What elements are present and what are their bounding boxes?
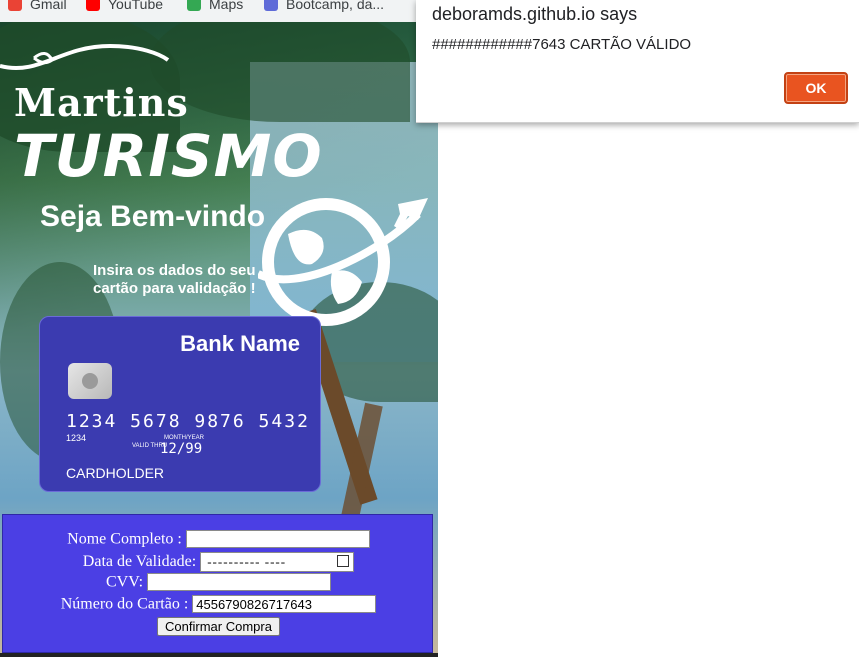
maps-icon bbox=[187, 0, 201, 11]
cardholder-label: CARDHOLDER bbox=[66, 465, 165, 481]
card-chip-icon bbox=[68, 363, 112, 399]
payment-form: Nome Completo : Data de Validade: ------… bbox=[2, 514, 433, 653]
form-row-card-number: Número do Cartão : bbox=[3, 595, 434, 614]
card-number-input[interactable] bbox=[192, 595, 377, 614]
bookmark-label: Maps bbox=[209, 0, 244, 12]
welcome-heading: Seja Bem-vindo bbox=[40, 200, 266, 233]
brand-turismo: TURISMO bbox=[14, 122, 323, 190]
page-bottom-edge bbox=[0, 653, 438, 657]
bank-name: Bank Name bbox=[180, 331, 300, 356]
cvv-label: CVV: bbox=[105, 573, 144, 591]
bookmark-bootcamp[interactable]: Bootcamp, da... bbox=[264, 0, 384, 14]
page-background: Martins TURISMO Seja Bem-vindo Insira os… bbox=[0, 22, 438, 657]
bookmark-gmail[interactable]: Gmail bbox=[8, 0, 67, 14]
cvv-input[interactable] bbox=[147, 573, 332, 592]
bootcamp-icon bbox=[264, 0, 278, 11]
validity-date-value: ---------- ---- bbox=[207, 554, 287, 569]
form-row-cvv: CVV: bbox=[3, 573, 434, 592]
confirm-purchase-button[interactable]: Confirmar Compra bbox=[157, 617, 280, 636]
alert-dialog: deboramds.github.io says ############764… bbox=[416, 0, 859, 123]
form-row-name: Nome Completo : bbox=[3, 530, 434, 549]
palm-leaves bbox=[150, 22, 410, 122]
credit-card: Bank Name 1234 5678 9876 5432 1234 VALID… bbox=[39, 316, 321, 492]
card-number-short: 1234 bbox=[66, 433, 87, 443]
card-expiry: 12/99 bbox=[160, 441, 203, 457]
form-row-validity: Data de Validade: ---------- ---- bbox=[3, 552, 434, 572]
bookmark-maps[interactable]: Maps bbox=[187, 0, 243, 14]
card-number-label: Número do Cartão : bbox=[60, 595, 189, 613]
swoosh-decoration bbox=[0, 43, 170, 70]
dialog-title: deboramds.github.io says bbox=[432, 4, 638, 24]
ok-button[interactable]: OK bbox=[784, 72, 848, 104]
brand-martins: Martins bbox=[14, 80, 189, 125]
globe-plane-icon bbox=[258, 198, 428, 326]
form-row-submit: Confirmar Compra bbox=[3, 617, 434, 636]
bookmark-label: Gmail bbox=[30, 0, 67, 12]
bookmark-label: Bootcamp, da... bbox=[286, 0, 385, 12]
calendar-icon[interactable] bbox=[337, 555, 350, 567]
instructions-text: Insira os dados do seu cartão para valid… bbox=[93, 262, 256, 297]
validity-date-input[interactable]: ---------- ---- bbox=[200, 552, 355, 572]
dialog-message: ############7643 CARTÃO VÁLIDO bbox=[432, 36, 692, 53]
gmail-icon bbox=[8, 0, 22, 11]
name-input[interactable] bbox=[185, 530, 370, 549]
youtube-icon bbox=[86, 0, 100, 11]
validity-label: Data de Validade: bbox=[82, 553, 197, 570]
name-label: Nome Completo : bbox=[67, 530, 182, 548]
card-number-display: 1234 5678 9876 5432 bbox=[66, 411, 310, 432]
bookmark-youtube[interactable]: YouTube bbox=[86, 0, 163, 14]
bookmark-label: YouTube bbox=[108, 0, 164, 12]
